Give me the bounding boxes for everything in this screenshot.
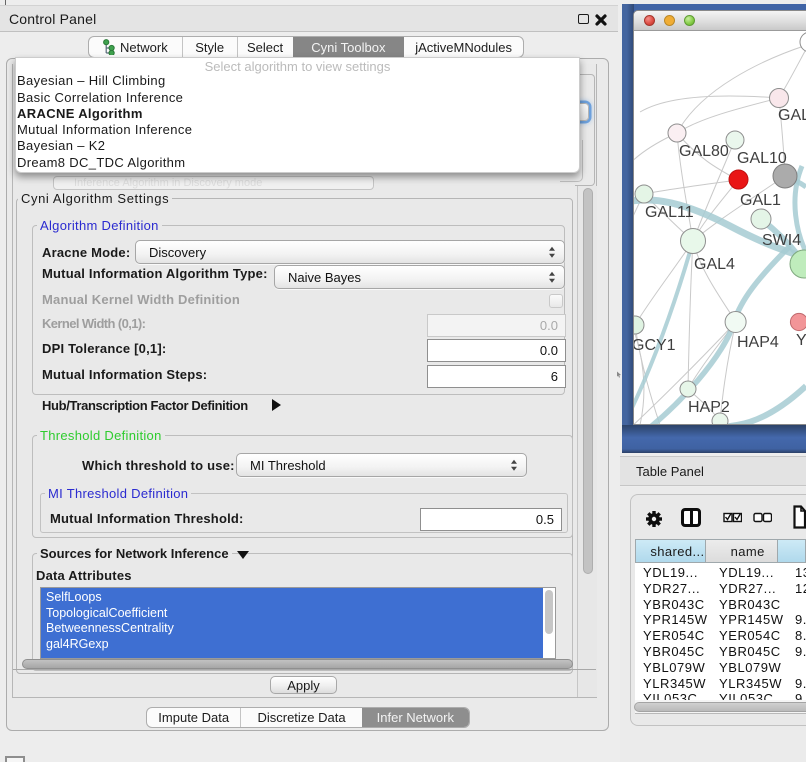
- svg-text:GCY1: GCY1: [634, 337, 676, 354]
- svg-text:GAL10: GAL10: [737, 150, 787, 167]
- svg-text:GAL4: GAL4: [694, 256, 735, 273]
- svg-text:GAL1: GAL1: [740, 192, 781, 209]
- svg-text:GAL11: GAL11: [645, 204, 694, 221]
- svg-text:GAL80: GAL80: [679, 143, 729, 160]
- svg-text:HAP2: HAP2: [688, 399, 730, 416]
- svg-text:HAP4: HAP4: [737, 334, 779, 351]
- svg-text:GAL7: GAL7: [778, 107, 806, 124]
- svg-text:SWI4: SWI4: [762, 232, 801, 249]
- svg-text:Y: Y: [796, 332, 806, 349]
